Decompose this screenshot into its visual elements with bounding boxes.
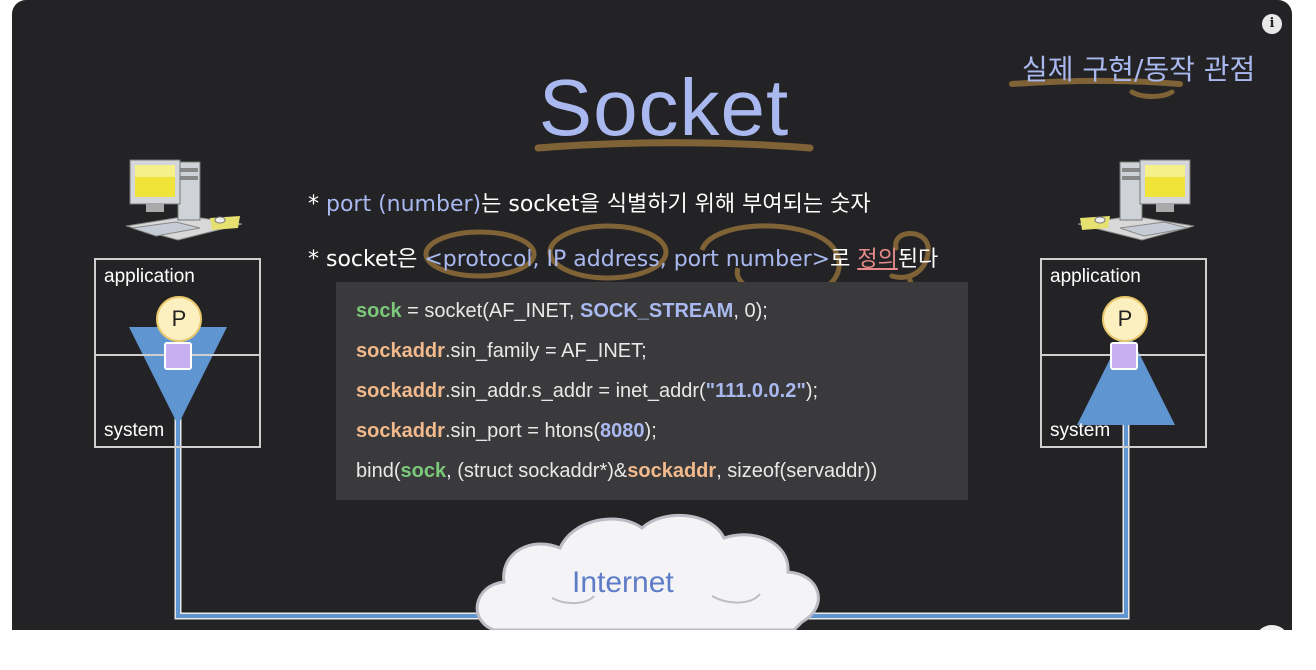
code-token: sock: [400, 460, 447, 482]
code-token: sockaddr: [356, 420, 445, 442]
code-block: sock = socket(AF_INET, SOCK_STREAM, 0); …: [336, 282, 968, 500]
page-title: Socket: [538, 63, 790, 152]
code-token: );: [805, 380, 819, 402]
bullet-marker: *: [308, 247, 326, 272]
code-token: .sin_family = AF_INET;: [444, 340, 647, 362]
socket-square: [164, 342, 192, 370]
system-layer-label: system: [1050, 420, 1111, 441]
code-token: , sizeof(servaddr)): [716, 460, 878, 482]
application-layer-label: application: [104, 266, 195, 287]
internet-label: Internet: [572, 566, 674, 599]
code-line: bind(sock, (struct sockaddr*)&sockaddr, …: [356, 460, 877, 483]
code-token: 8080: [600, 420, 645, 442]
code-line: sockaddr.sin_family = AF_INET;: [356, 340, 647, 363]
bullet-text: 로: [830, 247, 858, 272]
code-token: );: [644, 420, 657, 442]
process-circle: P: [1102, 296, 1148, 342]
socket-square: [1110, 342, 1138, 370]
code-token: , (struct sockaddr*)&: [446, 460, 628, 482]
code-token: sockaddr: [356, 380, 445, 402]
definition-highlight: 정의: [857, 247, 898, 272]
desktop-computer-icon: [125, 159, 243, 241]
bullet-text: 된다: [897, 247, 939, 272]
code-line: sockaddr.sin_addr.s_addr = inet_addr("11…: [356, 380, 818, 403]
port-number-term: port (number): [326, 192, 482, 217]
code-token: sockaddr: [627, 460, 717, 482]
socket-tuple-term: <protocol, IP address, port number>: [424, 247, 831, 272]
code-line: sock = socket(AF_INET, SOCK_STREAM, 0);: [356, 300, 768, 323]
code-token: .sin_port = htons(: [444, 420, 601, 442]
code-token: , 0);: [733, 300, 768, 322]
bullet-marker: *: [308, 192, 326, 217]
desktop-computer-icon: [1077, 159, 1195, 241]
info-icon[interactable]: i: [1262, 14, 1282, 34]
code-token: = socket(AF_INET,: [401, 300, 580, 322]
system-layer-label: system: [104, 420, 165, 441]
code-token: .sin_addr.s_addr = inet_addr(: [444, 380, 706, 402]
bullet-port-definition: * port (number)는 socket을 식별하기 위해 부여되는 숫자: [308, 186, 871, 218]
bullet-text: socket은: [326, 247, 425, 272]
code-line: sockaddr.sin_port = htons(8080);: [356, 420, 657, 443]
code-token: SOCK_STREAM: [579, 300, 734, 322]
bullet-text: 는 socket을 식별하기 위해 부여되는 숫자: [481, 192, 871, 217]
bullet-socket-definition: * socket은 <protocol, IP address, port nu…: [308, 241, 938, 273]
process-circle: P: [156, 296, 202, 342]
code-token: sock: [356, 300, 402, 322]
slide: i 실제 구현/동작 관점 Socket * port (number)는 so…: [12, 0, 1292, 630]
code-token: bind(: [356, 460, 401, 482]
host-box-left: application system P: [94, 258, 261, 448]
code-token: sockaddr: [356, 340, 445, 362]
application-layer-label: application: [1050, 266, 1141, 287]
code-token: "111.0.0.2": [705, 380, 806, 402]
host-box-right: application system P: [1040, 258, 1207, 448]
